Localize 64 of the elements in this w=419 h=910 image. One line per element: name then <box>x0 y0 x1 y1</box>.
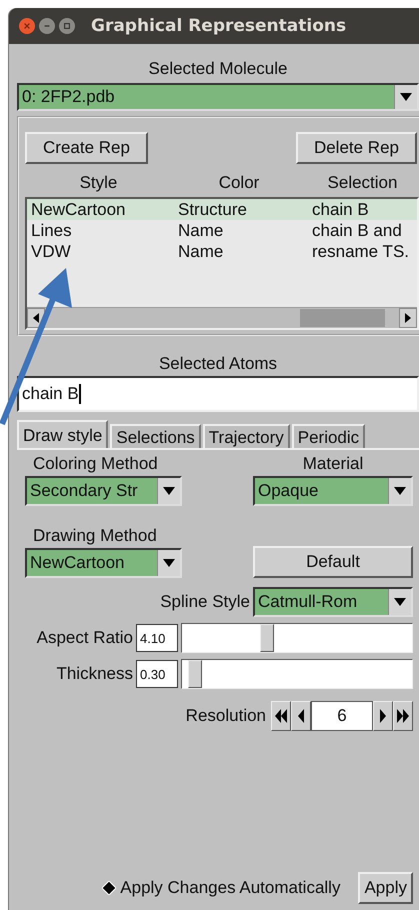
previous-button[interactable] <box>291 701 311 731</box>
column-header: Color <box>218 173 260 193</box>
coloring-dropdown[interactable]: Secondary Str <box>25 476 182 506</box>
double-left-arrow-icon <box>275 709 287 723</box>
tab[interactable]: Periodic <box>292 424 366 448</box>
field-label: Aspect Ratio <box>36 628 133 648</box>
close-button[interactable] <box>19 18 35 34</box>
next-button[interactable] <box>373 701 393 731</box>
field-label: Selected Molecule <box>148 59 288 78</box>
field-label: Drawing Method <box>32 526 158 547</box>
minimize-button[interactable] <box>39 18 55 34</box>
rep-row[interactable]: VDW Name resname TS. <box>27 241 417 262</box>
field-label: Material <box>302 454 364 475</box>
drawing-method-dropdown[interactable]: NewCartoon <box>25 548 182 578</box>
molecule-dropdown[interactable]: 0: 2FP2.pdb <box>17 83 419 111</box>
slider-track[interactable] <box>181 659 413 689</box>
slider-track[interactable] <box>181 623 413 653</box>
maximize-button[interactable] <box>59 18 75 34</box>
double-right-arrow-icon <box>397 709 409 723</box>
selection-input-field[interactable]: chain B <box>17 376 419 412</box>
resolution-field[interactable]: 6 <box>311 701 373 731</box>
radio-label: Apply Changes Automatically <box>120 878 340 898</box>
table-cell-text: Name <box>178 220 224 240</box>
window-title: Graphical Representations <box>91 16 346 36</box>
slider-thumb[interactable] <box>260 624 274 652</box>
spline-dropdown[interactable]: Catmull-Rom <box>253 587 413 617</box>
table-cell-text: resname TS. <box>312 242 410 262</box>
rep-row[interactable]: Lines Name chain B and <box>27 220 417 241</box>
first-button[interactable] <box>271 701 291 731</box>
column-header: Style <box>80 173 118 193</box>
left-arrow-icon <box>298 709 304 723</box>
column-header: Selection <box>328 173 398 193</box>
slider-thumb[interactable] <box>188 660 202 688</box>
tab[interactable]: Draw style <box>17 420 108 448</box>
last-button[interactable] <box>393 701 413 731</box>
right-arrow-icon <box>380 709 386 723</box>
scroll-thumb[interactable] <box>300 309 385 327</box>
table-cell-text: Lines <box>31 220 73 240</box>
material-dropdown[interactable]: Opaque <box>253 476 413 506</box>
tab[interactable]: Selections <box>110 424 201 448</box>
field-label: Spline Style <box>160 592 250 612</box>
scroll-right-icon[interactable] <box>399 308 417 328</box>
table-cell-text: chain B <box>312 200 370 220</box>
default-button[interactable]: Default <box>253 546 413 578</box>
horizontal-scrollbar[interactable] <box>27 307 417 328</box>
field-label: Selected Atoms <box>158 354 278 373</box>
rep-row[interactable]: NewCartoon Structure chain B <box>27 199 417 220</box>
radio-button[interactable] <box>102 881 116 895</box>
table-cell-text: chain B and <box>312 220 403 240</box>
table-cell-text: VDW <box>31 242 72 262</box>
rep-button[interactable]: Create Rep <box>25 132 148 164</box>
field-label: Resolution <box>186 706 266 726</box>
field-label: Thickness <box>56 664 133 684</box>
field-label: Coloring Method <box>32 454 159 475</box>
table-cell-text: Name <box>178 242 224 262</box>
table-cell-text: Structure <box>178 200 248 220</box>
table-cell-text: NewCartoon <box>31 200 126 220</box>
value-field[interactable]: 4.10 <box>136 624 178 652</box>
tab[interactable]: Trajectory <box>202 424 290 448</box>
rep-button[interactable]: Delete Rep <box>296 132 417 164</box>
maximize-icon <box>63 22 71 30</box>
close-icon <box>23 22 31 30</box>
value-field[interactable]: 0.30 <box>136 660 178 688</box>
apply-button[interactable]: Apply <box>358 872 413 904</box>
